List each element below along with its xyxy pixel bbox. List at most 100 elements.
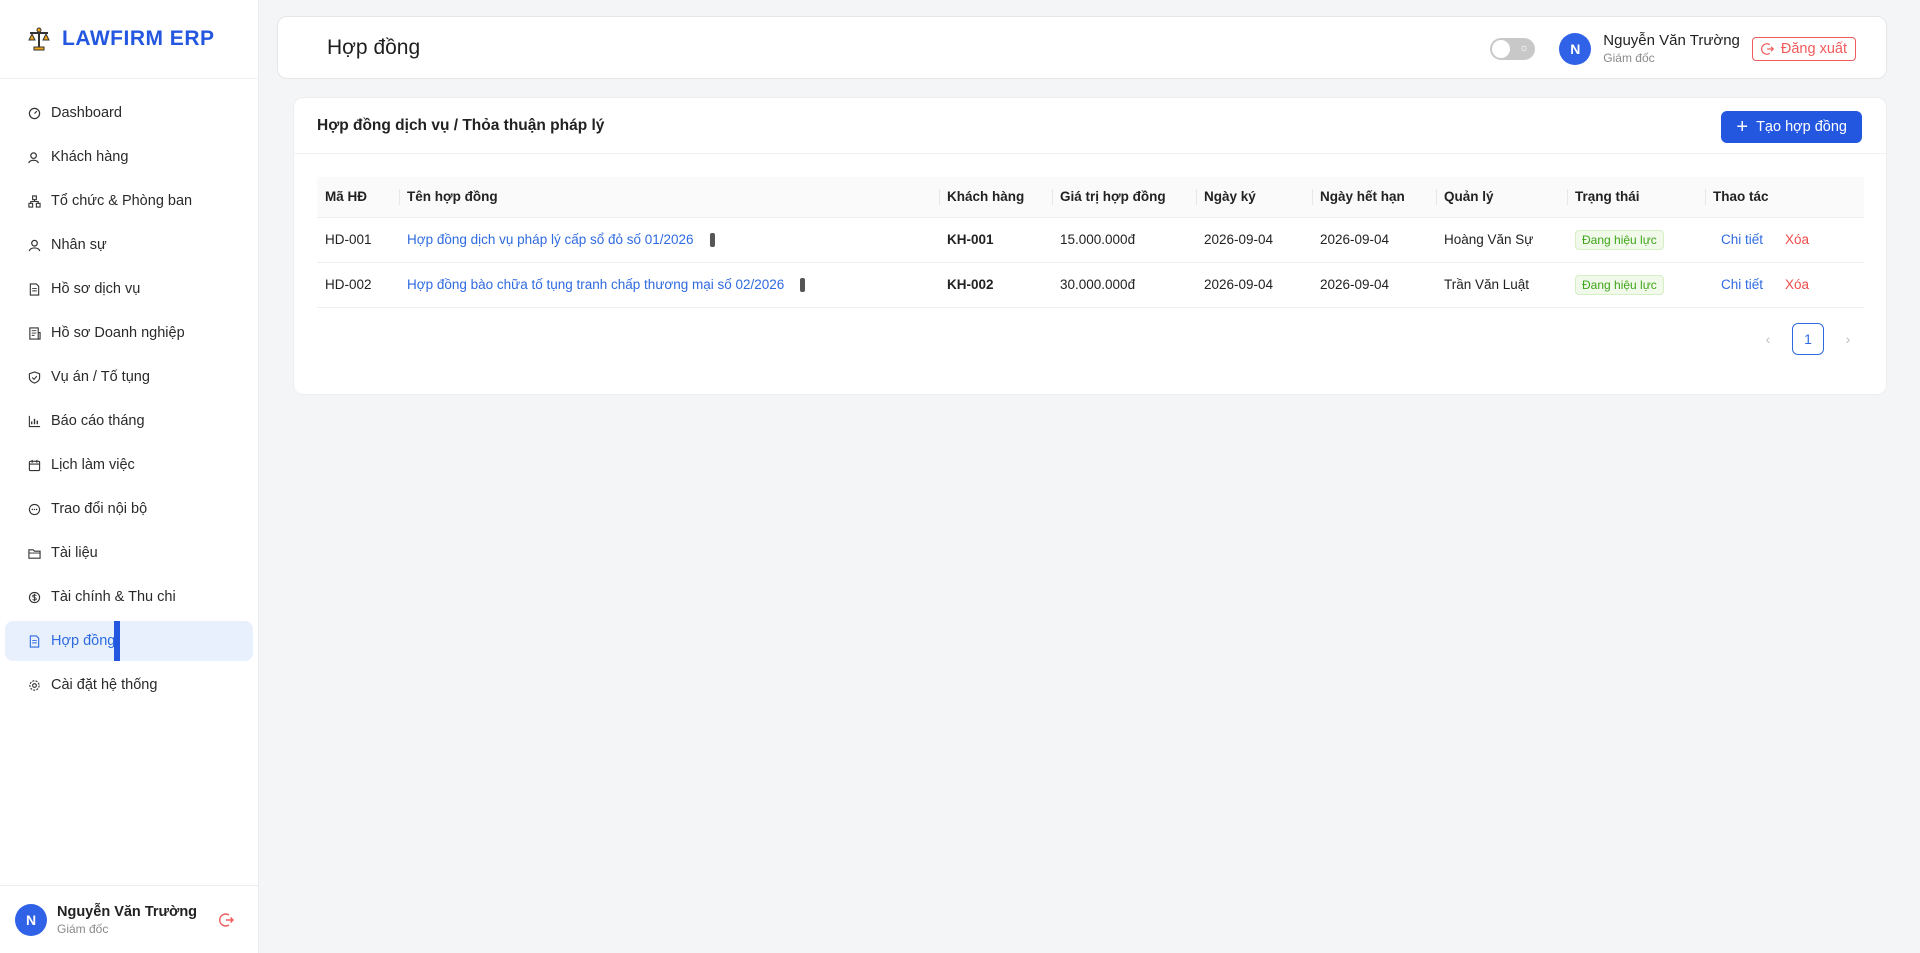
chat-icon — [27, 502, 41, 516]
sidebar-item-label: Tài liệu — [51, 545, 98, 561]
logout-icon[interactable] — [219, 912, 235, 928]
toggle-knob — [1492, 39, 1511, 58]
create-contract-label: Tạo hợp đồng — [1756, 119, 1847, 135]
user-icon — [27, 238, 41, 252]
contract-code: HD-001 — [317, 217, 399, 263]
sun-icon: ☼ — [1519, 41, 1530, 54]
calendar-icon — [27, 458, 41, 472]
sidebar-item-internal-chat[interactable]: Trao đổi nội bộ — [5, 489, 253, 529]
sidebar-item-label: Báo cáo tháng — [51, 413, 145, 429]
status-cell: Đang hiệu lực — [1567, 217, 1705, 263]
shield-icon — [27, 370, 41, 384]
avatar: N — [1559, 32, 1592, 65]
table-row: HD-001 Hợp đồng dịch vụ pháp lý cấp sổ đ… — [317, 217, 1864, 263]
create-contract-button[interactable]: + Tạo hợp đồng — [1721, 111, 1862, 143]
sidebar-item-label: Hợp đồng — [51, 633, 116, 649]
sidebar-item-customers[interactable]: Khách hàng — [5, 137, 253, 177]
sidebar-item-settings[interactable]: Cài đặt hệ thống — [5, 665, 253, 705]
sidebar-item-service-files[interactable]: Hồ sơ dịch vụ — [5, 269, 253, 309]
delete-link[interactable]: Xóa — [1785, 277, 1809, 292]
column-header: Khách hàng — [939, 177, 1052, 218]
page-number[interactable]: 1 — [1792, 323, 1824, 355]
next-page-icon[interactable]: › — [1832, 331, 1864, 347]
sidebar-item-label: Hồ sơ dịch vụ — [51, 281, 141, 297]
org-icon — [27, 194, 41, 208]
plus-icon: + — [1736, 116, 1749, 138]
dashboard-icon — [27, 106, 41, 120]
sidebar-item-label: Vụ án / Tố tụng — [51, 369, 150, 385]
column-header: Thao tác — [1705, 177, 1864, 218]
contract-name-cell: Hợp đồng dịch vụ pháp lý cấp sổ đỏ số 01… — [399, 217, 939, 263]
sidebar-item-label: Lịch làm việc — [51, 457, 135, 473]
page-title: Hợp đồng — [327, 35, 421, 59]
status-badge: Đang hiệu lực — [1575, 229, 1664, 250]
logout-button[interactable]: Đăng xuất — [1751, 36, 1856, 61]
sidebar: LAWFIRM ERP Dashboard Khách hàng Tổ chức… — [0, 0, 259, 953]
top-header: Hợp đồng ☼ N Nguyễn Văn Trường Giám đốc … — [277, 16, 1887, 79]
table-header-row: Mã HĐ Tên hợp đồng Khách hàng Giá trị hợ… — [317, 177, 1864, 218]
sidebar-item-label: Dashboard — [51, 105, 122, 121]
attachment-icon — [800, 278, 806, 293]
signed-date: 2026-09-04 — [1196, 217, 1312, 263]
column-header: Ngày hết hạn — [1312, 177, 1436, 218]
manager: Hoàng Văn Sự — [1436, 217, 1567, 263]
detail-link[interactable]: Chi tiết — [1721, 232, 1763, 247]
column-header: Mã HĐ — [317, 177, 399, 218]
user-role: Giám đốc — [57, 921, 109, 936]
expiry-date: 2026-09-04 — [1312, 262, 1436, 308]
file-icon — [27, 282, 41, 296]
sidebar-item-business-files[interactable]: Hồ sơ Doanh nghiệp — [5, 313, 253, 353]
sidebar-item-label: Tổ chức & Phòng ban — [51, 193, 193, 209]
contract-code: HD-002 — [317, 262, 399, 308]
status-badge: Đang hiệu lực — [1575, 274, 1664, 295]
contract-name-link[interactable]: Hợp đồng dịch vụ pháp lý cấp sổ đỏ số 01… — [407, 232, 694, 247]
scales-icon — [28, 27, 50, 51]
user-role: Giám đốc — [1603, 51, 1655, 65]
manager: Trần Văn Luật — [1436, 262, 1567, 308]
column-header: Quản lý — [1436, 177, 1567, 218]
contract-name-cell: Hợp đồng bào chữa tố tụng tranh chấp thư… — [399, 262, 939, 308]
contracts-table: Mã HĐ Tên hợp đồng Khách hàng Giá trị hợ… — [317, 177, 1864, 308]
table-row: HD-002 Hợp đồng bào chữa tố tụng tranh c… — [317, 262, 1864, 308]
sidebar-item-label: Nhân sự — [51, 237, 107, 253]
contract-value: 30.000.000đ — [1052, 262, 1196, 308]
avatar: N — [15, 903, 47, 936]
pagination: ‹ 1 › — [1752, 323, 1864, 355]
signed-date: 2026-09-04 — [1196, 262, 1312, 308]
contract-icon — [27, 634, 41, 648]
theme-toggle[interactable]: ☼ — [1490, 37, 1536, 60]
brand[interactable]: LAWFIRM ERP — [0, 0, 258, 79]
text-cursor — [114, 621, 121, 661]
brand-name: LAWFIRM ERP — [62, 27, 215, 50]
attachment-icon — [709, 233, 715, 248]
logout-label: Đăng xuất — [1780, 40, 1847, 57]
sidebar-item-personnel[interactable]: Nhân sự — [5, 225, 253, 265]
chart-icon — [27, 414, 41, 428]
header-user: N Nguyễn Văn Trường Giám đốc Đăng xuất — [1559, 32, 1856, 65]
column-header: Trạng thái — [1567, 177, 1705, 218]
sidebar-item-cases[interactable]: Vụ án / Tố tụng — [5, 357, 253, 397]
sidebar-item-documents[interactable]: Tài liệu — [5, 533, 253, 573]
building-doc-icon — [27, 326, 41, 340]
actions-cell: Chi tiết Xóa — [1705, 217, 1864, 263]
sidebar-user: N Nguyễn Văn Trường Giám đốc — [0, 885, 259, 953]
detail-link[interactable]: Chi tiết — [1721, 277, 1763, 292]
delete-link[interactable]: Xóa — [1785, 232, 1809, 247]
logout-icon — [1760, 42, 1775, 55]
sidebar-item-monthly-report[interactable]: Báo cáo tháng — [5, 401, 253, 441]
user-name: Nguyễn Văn Trường — [1603, 32, 1740, 49]
sidebar-item-calendar[interactable]: Lịch làm việc — [5, 445, 253, 485]
sidebar-item-label: Khách hàng — [51, 149, 129, 165]
sidebar-item-label: Hồ sơ Doanh nghiệp — [51, 325, 185, 341]
column-header: Tên hợp đồng — [399, 177, 939, 218]
contract-name-link[interactable]: Hợp đồng bào chữa tố tụng tranh chấp thư… — [407, 277, 784, 292]
sidebar-item-finance[interactable]: Tài chính & Thu chi — [5, 577, 253, 617]
sidebar-item-organization[interactable]: Tổ chức & Phòng ban — [5, 181, 253, 221]
column-header: Ngày ký — [1196, 177, 1312, 218]
sidebar-item-label: Cài đặt hệ thống — [51, 677, 158, 693]
prev-page-icon[interactable]: ‹ — [1752, 331, 1784, 347]
sidebar-item-dashboard[interactable]: Dashboard — [5, 93, 253, 133]
user-name: Nguyễn Văn Trường — [57, 903, 198, 920]
sidebar-item-contracts[interactable]: Hợp đồng — [5, 621, 253, 661]
dollar-icon — [27, 590, 41, 604]
